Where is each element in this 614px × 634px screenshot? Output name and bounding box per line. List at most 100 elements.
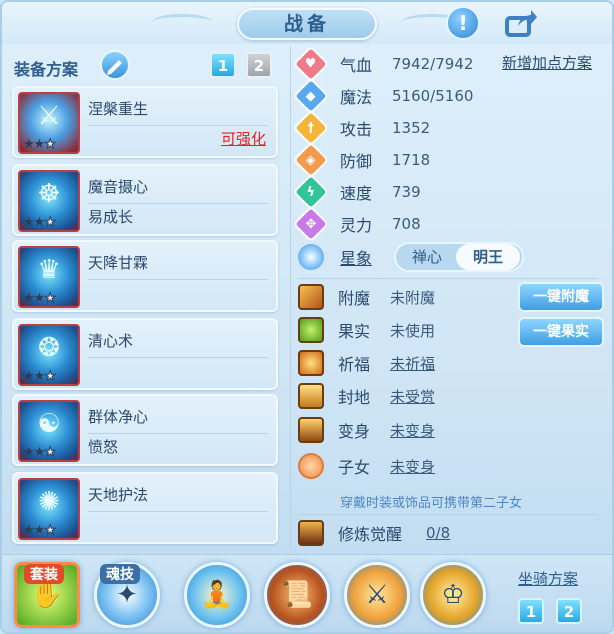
add-points-scheme-link[interactable]: 新增加点方案 [502, 52, 592, 73]
mana-icon: ◆ [292, 77, 330, 115]
hand-icon: ✋ [30, 580, 64, 610]
one-click-fruit-button[interactable]: 一键果实 [518, 317, 604, 347]
buff-value: 未使用 [390, 321, 436, 340]
blue-mask-icon: ☸ ★★★ [18, 170, 80, 232]
stat-row-defense: ◈ 防御 1718 [292, 141, 430, 179]
shield-icon: ◈ [292, 141, 330, 179]
bless-icon [298, 350, 324, 376]
stat-value: 708 [392, 215, 421, 233]
mount-slot-1[interactable]: 🧘 [184, 562, 250, 628]
stat-row-spirit: ✥ 灵力 708 [292, 205, 421, 243]
skill-stars: ★★★ [23, 523, 56, 539]
skill-stars: ★★★ [23, 291, 56, 307]
cultivation-value[interactable]: 0/8 [426, 524, 450, 542]
fruit-icon [298, 317, 324, 343]
skill-card[interactable]: ⚔ ★★★ 涅槃重生 可强化 [12, 86, 278, 158]
stat-value: 739 [392, 183, 421, 201]
outfit-tag: 套装 [24, 564, 64, 584]
skill-card[interactable]: ✺ ★★★ 天地护法 [12, 472, 278, 544]
stat-label: 速度 [340, 184, 373, 203]
constellation-toggle[interactable]: 禅心 明王 [394, 242, 524, 272]
skill-stars: ★★★ [23, 137, 56, 153]
divider [298, 278, 598, 279]
title-swirl-left [152, 14, 212, 30]
stat-label: 灵力 [340, 216, 373, 235]
buff-label: 果实 [338, 322, 371, 341]
child-icon [298, 453, 324, 479]
mount-scheme-1-button[interactable]: 1 [518, 598, 544, 624]
skill-card[interactable]: ☸ ★★★ 魔音摄心 易成长 [12, 164, 278, 236]
edit-scheme-button[interactable] [100, 50, 130, 80]
golden-guardian-icon: ♔ [441, 580, 465, 610]
buff-row-fruit: 果实 未使用 [298, 315, 435, 345]
sword-icon: † [292, 109, 330, 147]
monk-figure-icon: 🧘 [200, 580, 234, 610]
constellation-option-zen[interactable]: 禅心 [398, 244, 456, 270]
title-bar: 战备 ! [2, 2, 612, 44]
buff-label: 封地 [338, 388, 371, 407]
buff-row-transform: 变身 未变身 [298, 415, 435, 445]
mount-slot-4[interactable]: ♔ [420, 562, 486, 628]
enchant-icon [298, 284, 324, 310]
skill-stars: ★★★ [23, 445, 56, 461]
buff-label: 子女 [338, 458, 371, 477]
upgrade-link[interactable]: 可强化 [221, 128, 266, 149]
skill-name: 清心术 [88, 332, 134, 350]
star-compass-icon [298, 244, 324, 270]
divider [88, 125, 268, 126]
skill-stars: ★★★ [23, 369, 56, 385]
buff-label: 附魔 [338, 289, 371, 308]
share-arrow-icon [505, 10, 537, 37]
divider [88, 203, 268, 204]
pencil-icon [107, 60, 122, 75]
wing-crest-icon: ✦ [116, 580, 138, 610]
share-button[interactable] [504, 6, 538, 40]
mount-slot-3[interactable]: ⚔ [344, 562, 410, 628]
scheme-2-button[interactable]: 2 [246, 52, 272, 78]
group-purify-icon: ☯ ★★★ [18, 400, 80, 462]
stat-value: 5160/5160 [392, 87, 474, 105]
spirit-icon: ✥ [292, 205, 330, 243]
stat-row-attack: † 攻击 1352 [292, 109, 431, 147]
buff-row-bless: 祈福 未祈福 [298, 348, 435, 378]
lightning-icon: ϟ [292, 173, 330, 211]
buff-row-enchant: 附魔 未附魔 [298, 282, 435, 312]
buff-value[interactable]: 未祈福 [390, 353, 435, 374]
skill-card[interactable]: ♛ ★★★ 天降甘霖 [12, 240, 278, 312]
stat-value: 7942/7942 [392, 55, 474, 73]
buff-value[interactable]: 未受赏 [390, 386, 435, 407]
one-click-enchant-button[interactable]: 一键附魔 [518, 282, 604, 312]
divider [88, 357, 268, 358]
divider [88, 433, 268, 434]
soul-skill-tag: 魂技 [100, 564, 140, 584]
skill-name: 天降甘霖 [88, 254, 149, 272]
info-alert-button[interactable]: ! [446, 6, 480, 40]
constellation-option-mingwang[interactable]: 明王 [456, 244, 520, 270]
stat-value: 1352 [392, 119, 431, 137]
mount-scheme-2-button[interactable]: 2 [556, 598, 582, 624]
constellation-row: 星象 [298, 243, 392, 271]
skill-sub: 易成长 [88, 208, 134, 226]
guardian-icon: ✺ ★★★ [18, 478, 80, 540]
transform-icon [298, 417, 324, 443]
mount-slot-2[interactable]: 📜 [264, 562, 330, 628]
buff-label: 祈福 [338, 355, 371, 374]
battle-prep-window: 战备 ! 装备方案 1 2 ⚔ ★★★ 涅槃重生 可强化 ☸ ★★★ 魔音摄心 … [0, 0, 614, 634]
divider [298, 514, 598, 515]
divider [88, 511, 268, 512]
skill-card[interactable]: ❂ ★★★ 清心术 [12, 318, 278, 390]
buff-row-child: 子女 未变身 [298, 451, 435, 481]
cultivation-row: 修炼觉醒 0/8 [298, 518, 450, 548]
buff-value[interactable]: 未变身 [390, 420, 435, 441]
scheme-1-button[interactable]: 1 [210, 52, 236, 78]
skill-card[interactable]: ☯ ★★★ 群体净心 愤怒 [12, 394, 278, 466]
second-child-hint: 穿戴时装或饰品可携带第二子女 [340, 496, 523, 511]
buff-row-fief: 封地 未受赏 [298, 381, 435, 411]
stat-row-mp: ◆ 魔法 5160/5160 [292, 77, 474, 115]
buff-value[interactable]: 未变身 [390, 456, 435, 477]
calm-heart-icon: ❂ ★★★ [18, 324, 80, 386]
mount-scheme-label[interactable]: 坐骑方案 [518, 568, 578, 589]
skill-name: 群体净心 [88, 408, 149, 426]
divider [88, 279, 268, 280]
constellation-label[interactable]: 星象 [340, 245, 392, 269]
